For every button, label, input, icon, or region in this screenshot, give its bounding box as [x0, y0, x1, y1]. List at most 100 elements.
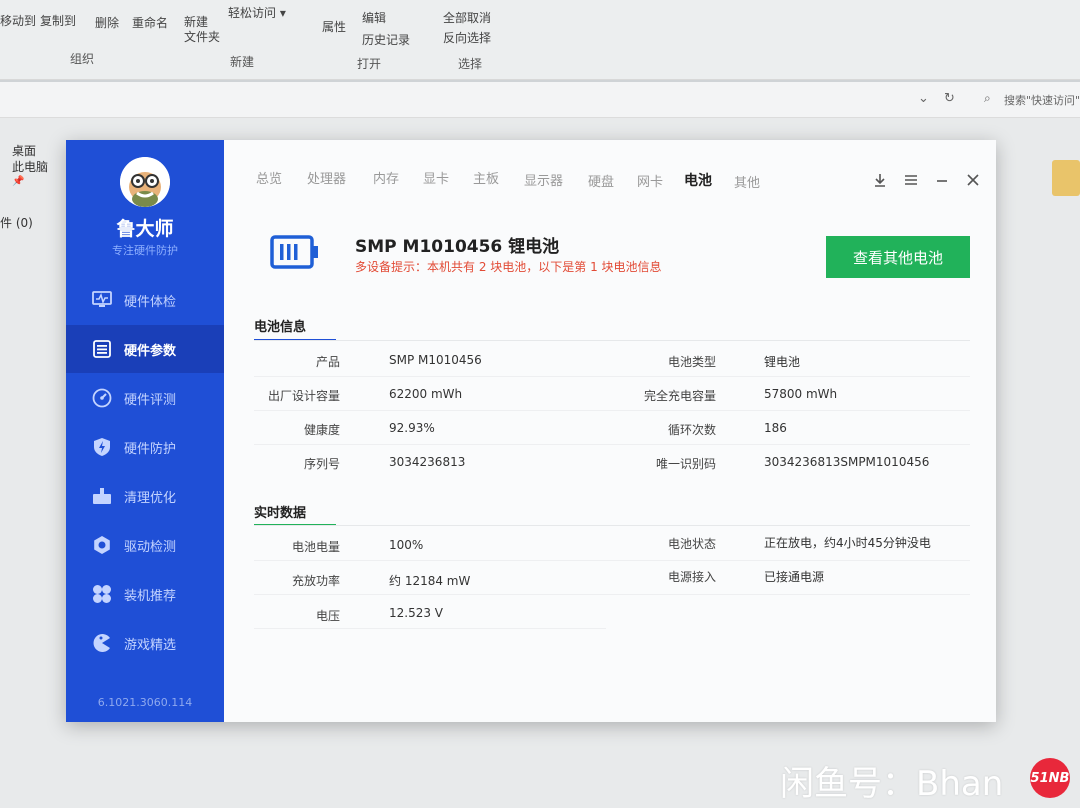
field-value: 100%	[389, 538, 424, 552]
tab-motherboard[interactable]: 主板	[473, 168, 499, 187]
row-divider	[254, 444, 970, 445]
gamepad-icon	[92, 633, 112, 653]
fan-icon	[92, 584, 112, 604]
sidebar-item-label: 驱动检测	[124, 539, 177, 555]
watermark-badge: 51NB	[1030, 758, 1070, 798]
section-divider	[254, 525, 970, 526]
refresh-icon[interactable]: ↻	[944, 91, 955, 106]
nav-this-pc[interactable]: 此电脑	[12, 158, 48, 175]
section-title-battery-info: 电池信息	[254, 320, 307, 335]
broom-icon	[92, 486, 112, 506]
field-value: 锂电池	[764, 355, 801, 369]
field-label: 电压	[315, 609, 340, 623]
close-icon[interactable]	[965, 172, 981, 188]
delete-button[interactable]: 删除	[95, 14, 119, 31]
sidebar-item-label: 硬件体检	[124, 294, 177, 310]
minimize-icon[interactable]	[934, 172, 950, 188]
bolt-shield-icon	[92, 437, 112, 457]
field-label: 电源接入	[667, 570, 716, 584]
field-label: 电池类型	[667, 355, 716, 369]
easy-access-button[interactable]: 轻松访问 ▾	[228, 4, 286, 21]
field-value: 186	[764, 421, 787, 435]
group-organize: 组织	[70, 52, 95, 66]
rename-button[interactable]: 重命名	[132, 14, 168, 31]
field-label: 循环次数	[667, 423, 716, 437]
brand-slogan: 专注硬件防护	[112, 244, 178, 257]
field-label: 出厂设计容量	[267, 389, 340, 403]
sidebar-item-game-picks[interactable]: 游戏精选	[66, 619, 224, 667]
invert-select-button[interactable]: 反向选择	[443, 29, 491, 46]
download-icon[interactable]	[872, 172, 888, 188]
sidebar-item-hardware-checkup[interactable]: 硬件体检	[66, 276, 224, 324]
folder-icon	[1052, 160, 1080, 196]
sidebar-item-hardware-protection[interactable]: 硬件防护	[66, 423, 224, 471]
tab-gpu[interactable]: 显卡	[423, 168, 449, 187]
history-button[interactable]: 历史记录	[362, 31, 410, 48]
chevron-down-icon[interactable]: ⌄	[918, 91, 929, 106]
tab-memory[interactable]: 内存	[373, 168, 399, 187]
tab-cpu[interactable]: 处理器	[307, 168, 346, 187]
group-new: 新建	[230, 55, 255, 69]
battery-icon	[270, 235, 320, 269]
avatar	[120, 157, 170, 207]
group-select: 选择	[458, 57, 483, 71]
row-divider	[254, 410, 970, 411]
tab-display[interactable]: 显示器	[524, 170, 563, 189]
field-value: 62200 mWh	[389, 387, 463, 401]
row-divider	[254, 376, 970, 377]
tab-overview[interactable]: 总览	[256, 168, 282, 187]
copy-to-button[interactable]: 复制到	[40, 12, 76, 29]
tab-battery[interactable]: 电池	[684, 170, 712, 190]
explorer-ribbon: 移动到 复制到 删除 重命名 新建 文件夹 轻松访问 ▾ 属性 编辑 历史记录 …	[0, 0, 1080, 80]
field-label: 电池电量	[291, 540, 340, 554]
sidebar-item-label: 装机推荐	[124, 588, 177, 604]
list-icon	[92, 339, 112, 359]
field-value: 正在放电，约4小时45分钟没电	[764, 536, 931, 550]
monitor-pulse-icon	[92, 290, 112, 310]
gear-icon	[92, 535, 112, 555]
field-value: 57800 mWh	[764, 387, 838, 401]
sidebar-item-driver-check[interactable]: 驱动检测	[66, 521, 224, 569]
brand-name: 鲁大师	[116, 218, 174, 240]
select-none-button[interactable]: 全部取消	[443, 9, 491, 26]
tab-other[interactable]: 其他	[734, 172, 760, 191]
search-input[interactable]: 搜索"快速访问"	[1004, 92, 1080, 108]
move-to-button[interactable]: 移动到	[0, 12, 36, 29]
row-divider	[254, 594, 970, 595]
sidebar-item-hardware-benchmark[interactable]: 硬件评测	[66, 374, 224, 422]
field-label: 序列号	[303, 457, 340, 471]
sidebar: 鲁大师 专注硬件防护 硬件体检 硬件参数 硬件评测 硬件防护 清理优化 驱动检测…	[66, 140, 224, 722]
sidebar-item-build-recommend[interactable]: 装机推荐	[66, 570, 224, 618]
mascot-icon	[120, 157, 170, 207]
sidebar-item-label: 硬件评测	[124, 392, 177, 408]
menu-icon[interactable]	[903, 172, 919, 188]
field-label: 完全充电容量	[643, 389, 716, 403]
row-divider	[254, 560, 970, 561]
explorer-address-bar: ⌄ ↻ ⌕ 搜索"快速访问"	[0, 82, 1080, 118]
row-divider	[254, 628, 606, 629]
field-label: 产品	[315, 355, 340, 369]
sidebar-item-hardware-params[interactable]: 硬件参数	[66, 325, 224, 373]
new-folder-button[interactable]: 新建 文件夹	[184, 15, 220, 45]
multi-battery-warning: 多设备提示：本机共有 2 块电池，以下是第 1 块电池信息	[355, 260, 662, 274]
field-value: 约 12184 mW	[389, 574, 471, 588]
gauge-icon	[92, 388, 112, 408]
view-other-battery-button[interactable]: 查看其他电池	[826, 236, 970, 278]
field-value: 92.93%	[389, 421, 435, 435]
field-value: 3034236813	[389, 455, 466, 469]
section-divider	[254, 340, 970, 341]
sidebar-item-label: 清理优化	[124, 490, 177, 506]
sidebar-item-label: 游戏精选	[124, 637, 177, 653]
sidebar-item-label: 硬件参数	[124, 343, 177, 359]
sidebar-item-cleanup[interactable]: 清理优化	[66, 472, 224, 520]
field-value: 12.523 V	[389, 606, 444, 620]
field-value: 3034236813SMPM1010456	[764, 455, 930, 469]
tab-disk[interactable]: 硬盘	[588, 171, 614, 190]
nav-desktop[interactable]: 桌面	[12, 142, 36, 159]
edit-button[interactable]: 编辑	[362, 9, 386, 26]
properties-button[interactable]: 属性	[322, 18, 346, 35]
tab-network[interactable]: 网卡	[637, 171, 663, 190]
section-title-realtime: 实时数据	[254, 506, 307, 521]
field-label: 充放功率	[291, 574, 340, 588]
watermark-text: 闲鱼号：Bhan	[780, 764, 1004, 804]
